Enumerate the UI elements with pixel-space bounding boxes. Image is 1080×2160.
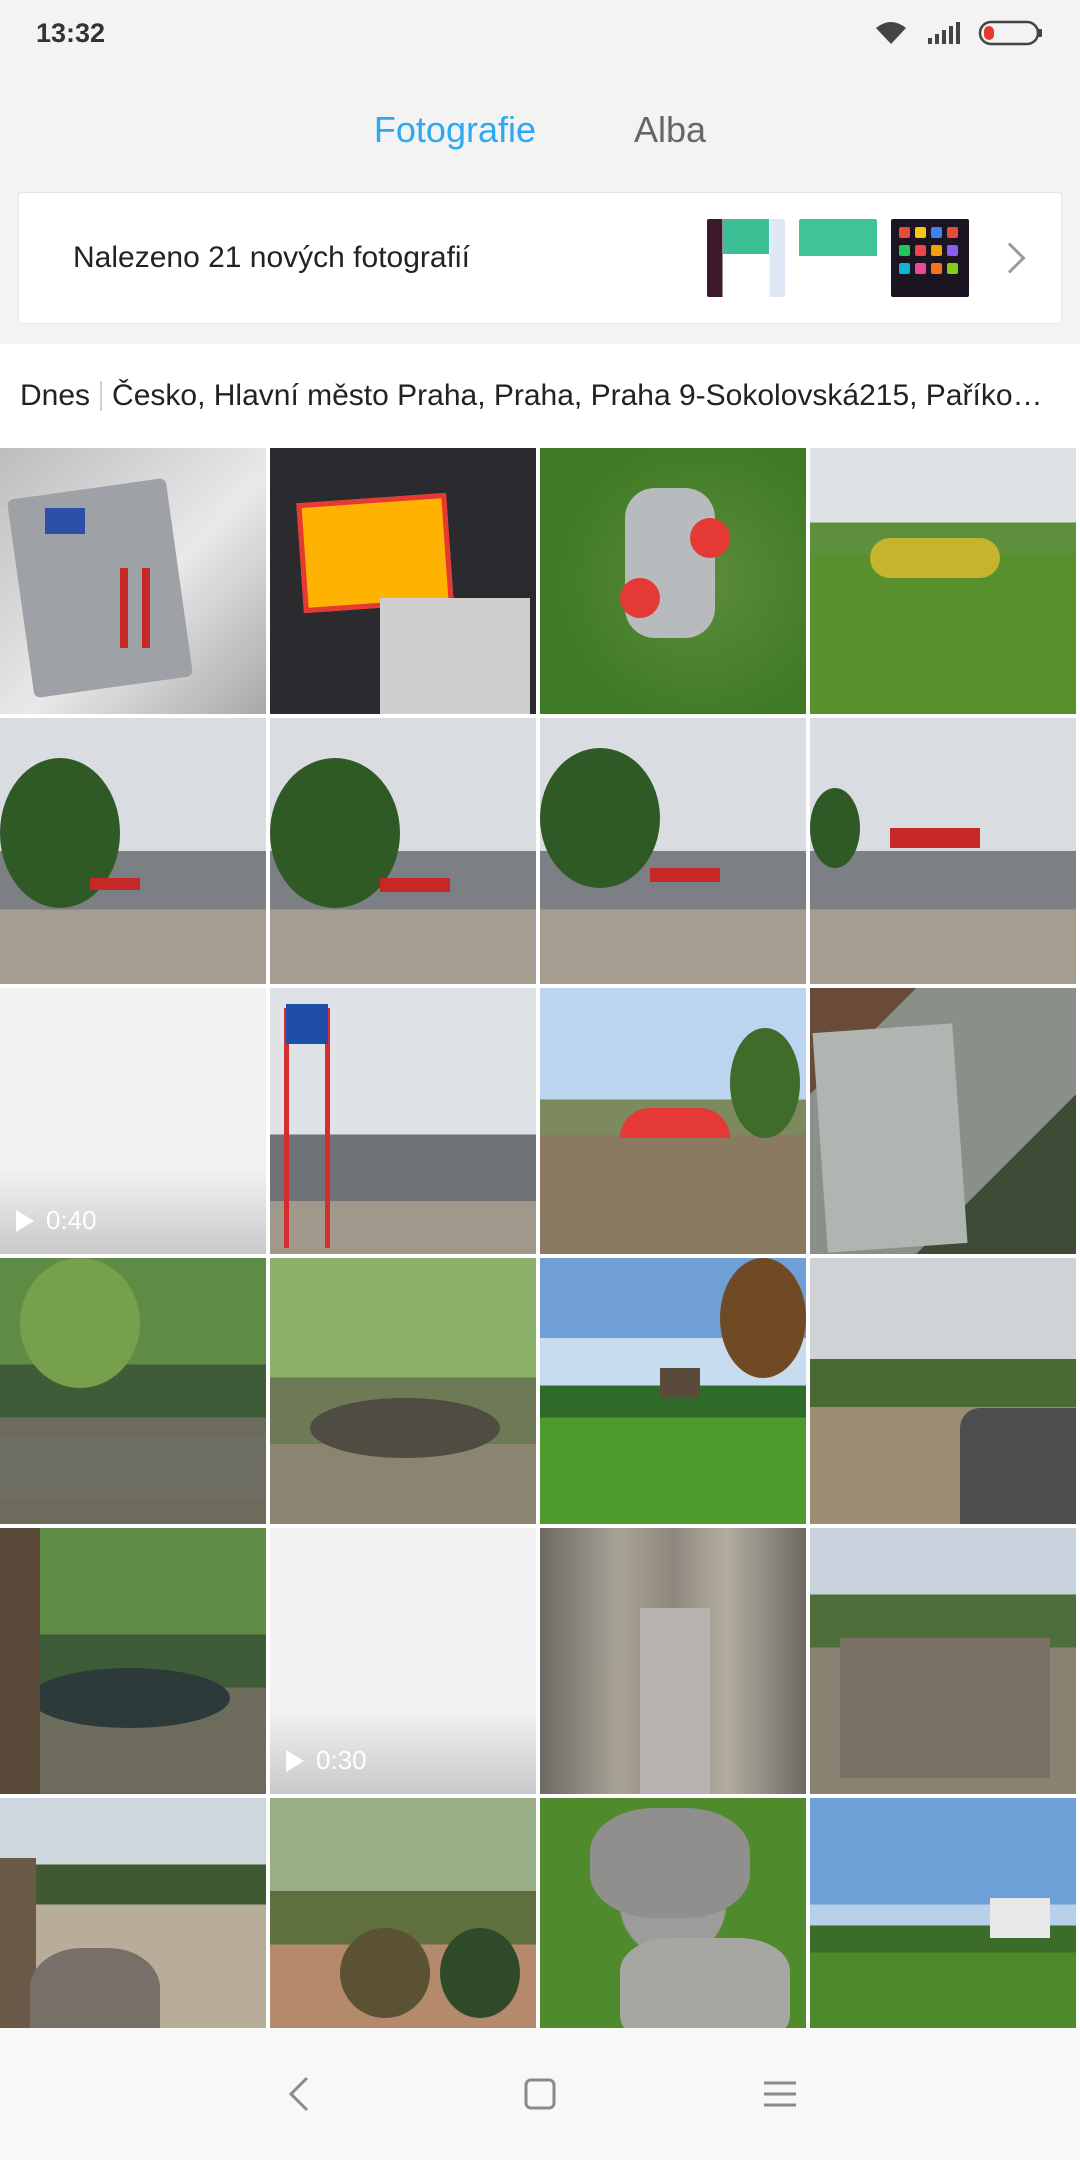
nav-home-button[interactable] [510, 2064, 570, 2124]
photo-thumbnail[interactable] [270, 718, 536, 984]
play-icon [16, 1209, 34, 1232]
photo-thumbnail[interactable] [540, 718, 806, 984]
photo-thumbnail[interactable] [0, 1258, 266, 1524]
system-nav-bar [0, 2028, 1080, 2160]
nav-back-button[interactable] [270, 2064, 330, 2124]
new-photos-text: Nalezeno 21 nových fotografií [73, 241, 470, 274]
nav-menu-button[interactable] [750, 2064, 810, 2124]
divider [100, 381, 103, 411]
video-thumbnail[interactable]: 0:40 [0, 988, 266, 1254]
video-duration-badge: 0:30 [286, 1745, 367, 1776]
chevron-right-icon [994, 242, 1026, 274]
photo-thumbnail[interactable] [540, 1798, 806, 2028]
tab-photos[interactable]: Fotografie [374, 109, 536, 151]
menu-icon [764, 2081, 796, 2107]
photo-thumbnail[interactable] [270, 988, 536, 1254]
new-photos-banner[interactable]: Nalezeno 21 nových fotografií [18, 192, 1062, 324]
top-tabs: Fotografie Alba [0, 90, 1080, 170]
photo-thumbnail[interactable] [810, 988, 1076, 1254]
section-date: Dnes [20, 379, 91, 412]
new-photo-thumbnail [891, 219, 969, 297]
photo-thumbnail[interactable] [810, 1528, 1076, 1794]
photo-thumbnail[interactable] [810, 1258, 1076, 1524]
video-duration: 0:30 [316, 1745, 367, 1775]
photo-thumbnail[interactable] [0, 1528, 266, 1794]
wifi-icon [876, 22, 906, 44]
signal-icon [928, 22, 960, 44]
status-bar: 13:32 [0, 0, 1080, 66]
photo-thumbnail[interactable] [540, 448, 806, 714]
photo-thumbnail[interactable] [270, 1258, 536, 1524]
photo-thumbnail[interactable] [540, 1528, 806, 1794]
status-icons [874, 19, 1044, 47]
home-icon [524, 2078, 556, 2110]
photo-thumbnail[interactable] [810, 448, 1076, 714]
battery-icon [978, 20, 1042, 46]
photo-thumbnail[interactable] [0, 448, 266, 714]
new-photo-thumbnail [707, 219, 785, 297]
photo-thumbnail[interactable] [0, 718, 266, 984]
new-photo-thumbnail [799, 219, 877, 297]
video-duration: 0:40 [46, 1205, 97, 1235]
photo-thumbnail[interactable] [540, 1258, 806, 1524]
tab-albums[interactable]: Alba [634, 109, 706, 151]
photo-thumbnail[interactable] [810, 718, 1076, 984]
photo-thumbnail[interactable] [0, 1798, 266, 2028]
video-duration-badge: 0:40 [16, 1205, 97, 1236]
photo-thumbnail[interactable] [270, 448, 536, 714]
status-time: 13:32 [36, 17, 106, 48]
play-icon [286, 1749, 304, 1772]
photo-thumbnail[interactable] [810, 1798, 1076, 2028]
photo-thumbnail[interactable] [270, 1798, 536, 2028]
video-thumbnail[interactable]: 0:30 [270, 1528, 536, 1794]
photo-grid: 0:40 0:30 [0, 448, 1080, 2028]
photo-thumbnail[interactable] [540, 988, 806, 1254]
section-location: Česko, Hlavní město Praha, Praha, Praha … [112, 379, 1043, 412]
back-icon [288, 2076, 309, 2112]
date-location-header: Dnes Česko, Hlavní město Praha, Praha, P… [0, 344, 1080, 448]
